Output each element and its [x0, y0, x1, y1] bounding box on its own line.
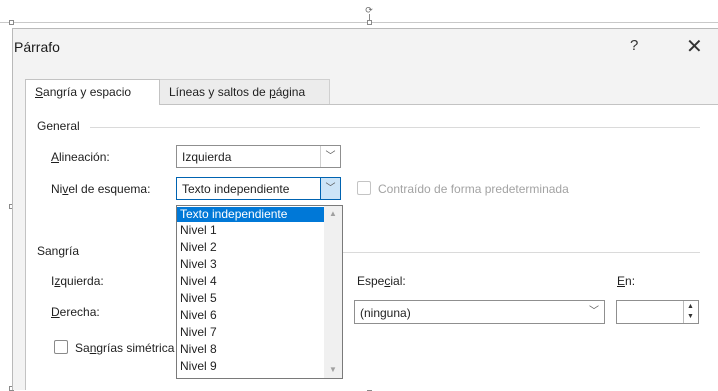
collapsed-label: Contraído de forma predeterminada: [378, 182, 569, 196]
dropdown-option[interactable]: Nivel 7: [177, 325, 324, 340]
by-label: En:: [617, 274, 636, 288]
spin-up-icon[interactable]: ▲: [684, 302, 697, 312]
scroll-down-icon[interactable]: ▼: [324, 362, 342, 377]
resize-handle-top-center[interactable]: [367, 20, 372, 25]
spin-down-icon[interactable]: ▼: [684, 312, 697, 322]
by-spinner[interactable]: ▲ ▼: [616, 300, 699, 324]
indent-heading: Sangría: [37, 244, 80, 258]
mirror-indents-checkbox[interactable]: [54, 340, 68, 354]
dropdown-option[interactable]: Nivel 1: [177, 223, 324, 238]
alignment-combo[interactable]: Izquierda ﹀: [176, 145, 341, 168]
scroll-up-icon[interactable]: ▲: [324, 206, 342, 221]
document-top-border: [0, 22, 718, 23]
close-icon[interactable]: ✕: [686, 34, 703, 59]
dropdown-option[interactable]: Nivel 9: [177, 359, 324, 374]
special-value: (ninguna): [360, 306, 411, 320]
dropdown-option[interactable]: Nivel 2: [177, 240, 324, 255]
special-label: Especial:: [357, 274, 406, 288]
chevron-down-icon[interactable]: ﹀: [584, 301, 604, 323]
dropdown-option[interactable]: Nivel 6: [177, 308, 324, 323]
dropdown-option[interactable]: Nivel 5: [177, 291, 324, 306]
rotate-handle-icon[interactable]: ⟳: [364, 5, 374, 15]
dropdown-option[interactable]: Texto independiente: [177, 207, 324, 222]
dropdown-option[interactable]: Nivel 4: [177, 274, 324, 289]
help-button[interactable]: ?: [630, 37, 638, 54]
outline-level-value: Texto independiente: [182, 182, 290, 196]
special-combo[interactable]: (ninguna) ﹀: [354, 300, 605, 324]
tab-indents-spacing[interactable]: Sangría y espacio: [25, 79, 160, 105]
alignment-value: Izquierda: [182, 150, 232, 164]
dropdown-option[interactable]: Nivel 8: [177, 342, 324, 357]
chevron-down-icon[interactable]: ﹀: [320, 178, 340, 199]
indent-separator: [343, 252, 700, 253]
chevron-down-icon[interactable]: ﹀: [320, 146, 340, 167]
mirror-indents-label: Sangrías simétrica: [75, 341, 175, 355]
resize-handle-top-left[interactable]: [9, 20, 14, 25]
outline-level-label: Nivel de esquema:: [51, 182, 151, 196]
dialog-title: Párrafo: [14, 39, 60, 55]
outline-level-combo[interactable]: Texto independiente ﹀: [176, 177, 341, 200]
general-separator: [90, 127, 700, 128]
collapsed-checkbox[interactable]: [357, 181, 371, 195]
dropdown-option[interactable]: Nivel 3: [177, 257, 324, 272]
tab-line-page-breaks[interactable]: Líneas y saltos de página: [160, 79, 330, 105]
right-indent-label: Derecha:: [51, 305, 100, 319]
left-indent-label: Izquierda:: [51, 274, 104, 288]
general-heading: General: [37, 119, 80, 133]
dropdown-scrollbar[interactable]: ▲ ▼: [324, 206, 342, 378]
alignment-label: Alineación:: [51, 150, 110, 164]
outline-level-dropdown[interactable]: Texto independiente Nivel 1 Nivel 2 Nive…: [176, 205, 343, 379]
